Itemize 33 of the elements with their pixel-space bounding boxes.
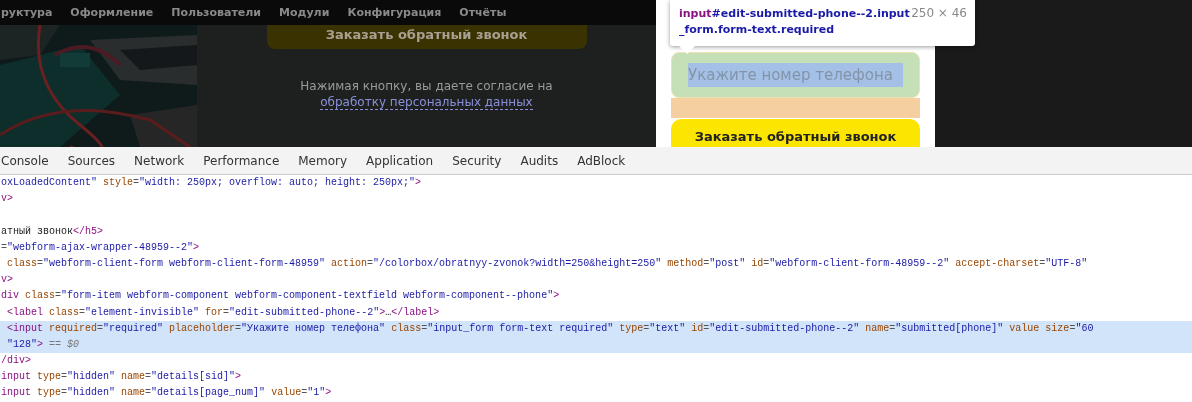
devtools-tab[interactable]: Performance bbox=[203, 147, 280, 174]
order-call-button[interactable]: Заказать обратный звонок bbox=[671, 119, 920, 147]
code-line[interactable]: /div> bbox=[0, 353, 1192, 370]
code-line[interactable]: oxLoadedContent" style="width: 250px; overflow: auto; height: 250px;"> bbox=[0, 175, 1192, 192]
code-line[interactable]: input type="hidden" name="details[page_num]" value="1"> bbox=[0, 385, 1192, 402]
code-line[interactable]: <label class="element-invisible" for="edit-submitted-phone--2">…</label> bbox=[0, 304, 1192, 321]
code-line[interactable]: атный звонок</h5> bbox=[0, 223, 1192, 240]
code-line[interactable]: v> bbox=[0, 272, 1192, 289]
devtools-tab[interactable]: Application bbox=[366, 147, 434, 174]
devtools-tab[interactable]: Audits bbox=[520, 147, 559, 174]
menu-item[interactable]: Конфигурация bbox=[347, 6, 442, 19]
devtools-tab[interactable]: Console bbox=[1, 147, 49, 174]
devtools-tab[interactable]: AdBlock bbox=[577, 147, 626, 174]
phone-field[interactable]: Укажите номер телефона bbox=[671, 52, 920, 98]
consent-link[interactable]: обработку персональных данных bbox=[320, 95, 533, 110]
devtools-tab[interactable]: Sources bbox=[67, 147, 116, 174]
devtools-tab[interactable]: Memory bbox=[298, 147, 348, 174]
code-line[interactable]: input type="hidden" name="details[sid]"> bbox=[0, 369, 1192, 386]
devtools-tab[interactable]: Network bbox=[134, 147, 185, 174]
menu-item[interactable]: Оформление bbox=[70, 6, 154, 19]
element-size: 250 × 46 bbox=[911, 6, 967, 22]
element-selector: input#edit-submitted-phone--2.input_form.form-text.required bbox=[679, 6, 911, 38]
code-line[interactable]: v> bbox=[0, 191, 1192, 208]
consent-text: Нажимая кнопку, вы даете согласие на bbox=[300, 79, 553, 93]
devtools-tab[interactable]: Security bbox=[452, 147, 502, 174]
menu-item[interactable]: Отчёты bbox=[459, 6, 507, 19]
code-line[interactable]: ="webform-ajax-wrapper-48959--2"> bbox=[0, 239, 1192, 256]
code-line[interactable]: class="webform-client-form webform-client-form-48959" action="/colorbox/obratnyy-zvonok?width=250&height=250" method="post" id="webform-client-form-48959--2" accept-charset="UTF-8" bbox=[0, 255, 1192, 273]
menu-item[interactable]: Пользователи bbox=[171, 6, 262, 19]
code-line[interactable]: div class="form-item webform-component webform-component-textfield webform-component--phone"> bbox=[0, 288, 1192, 305]
menu-item[interactable]: Модули bbox=[279, 6, 330, 19]
menu-item[interactable]: руктура bbox=[1, 6, 53, 19]
order-call-button[interactable]: Заказать обратный звонок bbox=[266, 25, 587, 49]
